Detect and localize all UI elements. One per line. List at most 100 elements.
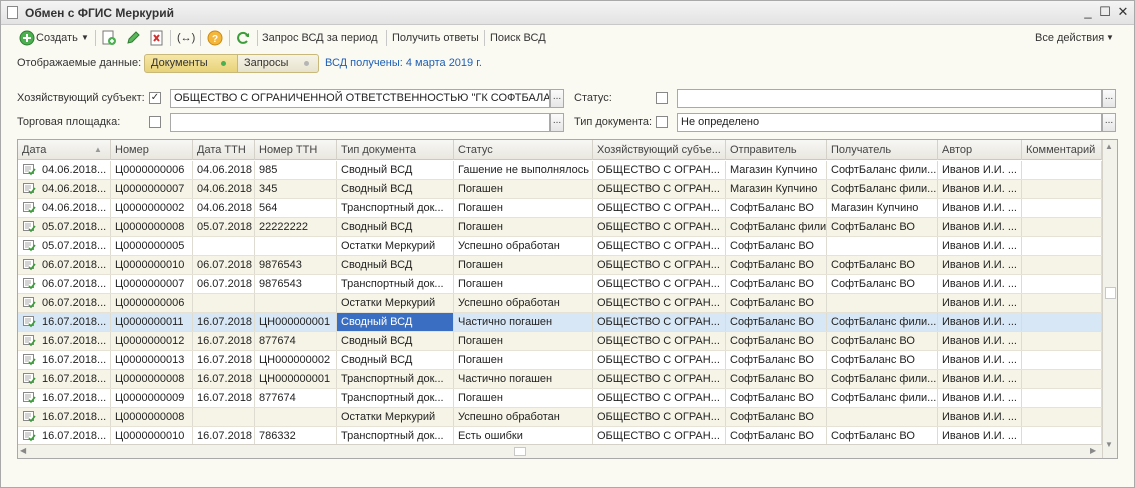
cell-status[interactable]: Успешно обработан xyxy=(454,408,593,426)
cell-ttn-date[interactable]: 06.07.2018 xyxy=(193,256,255,274)
cell-status[interactable]: Частично погашен xyxy=(454,313,593,331)
status-checkbox[interactable] xyxy=(656,92,668,104)
cell-ttn-date[interactable]: 16.07.2018 xyxy=(193,351,255,369)
cell-ttn-date[interactable]: 06.07.2018 xyxy=(193,275,255,293)
cell-doc-type[interactable]: Сводный ВСД xyxy=(337,256,454,274)
cell-date[interactable]: 06.07.2018... xyxy=(18,275,111,293)
table-row[interactable]: 16.07.2018... Ц0000000009 16.07.2018 877674… xyxy=(18,389,1102,408)
copy-document-icon[interactable] xyxy=(101,30,117,46)
cell-comment[interactable] xyxy=(1022,313,1102,331)
cell-entity[interactable]: ОБЩЕСТВО С ОГРАН... xyxy=(593,294,726,312)
cell-entity[interactable]: ОБЩЕСТВО С ОГРАН... xyxy=(593,199,726,217)
create-button[interactable]: Создать xyxy=(36,29,78,47)
cell-ttn-date[interactable]: 16.07.2018 xyxy=(193,332,255,350)
cell-comment[interactable] xyxy=(1022,294,1102,312)
scroll-down-arrow-icon[interactable]: ▼ xyxy=(1105,440,1113,449)
table-row[interactable]: 06.07.2018... Ц0000000010 06.07.2018 987654… xyxy=(18,256,1102,275)
cell-author[interactable]: Иванов И.И. ... xyxy=(938,389,1022,407)
cell-status[interactable]: Погашен xyxy=(454,256,593,274)
cell-status[interactable]: Погашен xyxy=(454,218,593,236)
cell-date[interactable]: 06.07.2018... xyxy=(18,256,111,274)
cell-status[interactable]: Погашен xyxy=(454,351,593,369)
cell-author[interactable]: Иванов И.И. ... xyxy=(938,256,1022,274)
cell-sender[interactable]: СофтБаланс ВО xyxy=(726,389,827,407)
cell-author[interactable]: Иванов И.И. ... xyxy=(938,370,1022,388)
cell-comment[interactable] xyxy=(1022,180,1102,198)
cell-receiver[interactable] xyxy=(827,294,938,312)
cell-receiver[interactable] xyxy=(827,408,938,426)
cell-doc-type[interactable]: Сводный ВСД xyxy=(337,313,454,331)
cell-number[interactable]: Ц0000000006 xyxy=(111,294,193,312)
cell-ttn-date[interactable]: 16.07.2018 xyxy=(193,427,255,445)
status-select-button[interactable]: ... xyxy=(1102,89,1116,108)
cell-sender[interactable]: СофтБаланс ВО xyxy=(726,332,827,350)
table-row[interactable]: 04.06.2018... Ц0000000007 04.06.2018 345 Сво… xyxy=(18,180,1102,199)
cell-entity[interactable]: ОБЩЕСТВО С ОГРАН... xyxy=(593,161,726,179)
cell-ttn-date[interactable]: 16.07.2018 xyxy=(193,370,255,388)
doctype-select-button[interactable]: ... xyxy=(1102,113,1116,132)
cell-ttn-number[interactable]: 9876543 xyxy=(255,275,337,293)
cell-entity[interactable]: ОБЩЕСТВО С ОГРАН... xyxy=(593,180,726,198)
cell-ttn-number[interactable] xyxy=(255,294,337,312)
cell-date[interactable]: 04.06.2018... xyxy=(18,161,111,179)
column-header-comment[interactable]: Комментарий xyxy=(1022,140,1102,160)
column-header-sender[interactable]: Отправитель xyxy=(726,140,827,160)
cell-entity[interactable]: ОБЩЕСТВО С ОГРАН... xyxy=(593,218,726,236)
vertical-scrollbar[interactable]: ▲ ▼ xyxy=(1102,140,1117,458)
cell-entity[interactable]: ОБЩЕСТВО С ОГРАН... xyxy=(593,256,726,274)
cell-number[interactable]: Ц0000000008 xyxy=(111,408,193,426)
cell-date[interactable]: 16.07.2018... xyxy=(18,389,111,407)
cell-ttn-date[interactable]: 04.06.2018 xyxy=(193,161,255,179)
cell-sender[interactable]: СофтБаланс ВО xyxy=(726,370,827,388)
cell-receiver[interactable]: СофтБаланс ВО xyxy=(827,275,938,293)
cell-ttn-date[interactable]: 16.07.2018 xyxy=(193,389,255,407)
column-header-number[interactable]: Номер xyxy=(111,140,193,160)
platform-checkbox[interactable] xyxy=(149,116,161,128)
cell-doc-type[interactable]: Сводный ВСД xyxy=(337,332,454,350)
cell-author[interactable]: Иванов И.И. ... xyxy=(938,275,1022,293)
cell-status[interactable]: Частично погашен xyxy=(454,370,593,388)
cell-ttn-number[interactable] xyxy=(255,237,337,255)
cell-entity[interactable]: ОБЩЕСТВО С ОГРАН... xyxy=(593,275,726,293)
cell-doc-type[interactable]: Сводный ВСД xyxy=(337,161,454,179)
cell-ttn-date[interactable] xyxy=(193,408,255,426)
column-header-entity[interactable]: Хозяйствующий субъе... xyxy=(593,140,726,160)
hscroll-thumb[interactable] xyxy=(514,447,526,456)
column-header-status[interactable]: Статус xyxy=(454,140,593,160)
search-vsd-button[interactable]: Поиск ВСД xyxy=(490,29,546,47)
cell-sender[interactable]: СофтБаланс ВО xyxy=(726,294,827,312)
cell-number[interactable]: Ц0000000008 xyxy=(111,218,193,236)
column-header-ttn-number[interactable]: Номер ТТН xyxy=(255,140,337,160)
cell-sender[interactable]: СофтБаланс ВО xyxy=(726,313,827,331)
cell-entity[interactable]: ОБЩЕСТВО С ОГРАН... xyxy=(593,408,726,426)
cell-author[interactable]: Иванов И.И. ... xyxy=(938,408,1022,426)
cell-ttn-number[interactable]: 345 xyxy=(255,180,337,198)
cell-comment[interactable] xyxy=(1022,218,1102,236)
minimize-button[interactable]: _ xyxy=(1080,4,1096,20)
cell-entity[interactable]: ОБЩЕСТВО С ОГРАН... xyxy=(593,237,726,255)
cell-doc-type[interactable]: Транспортный док... xyxy=(337,199,454,217)
cell-date[interactable]: 16.07.2018... xyxy=(18,370,111,388)
tab-requests[interactable]: Запросы xyxy=(237,54,319,73)
cell-ttn-date[interactable] xyxy=(193,294,255,312)
cell-ttn-number[interactable]: 877674 xyxy=(255,332,337,350)
cell-date[interactable]: 16.07.2018... xyxy=(18,408,111,426)
query-period-button[interactable]: Запрос ВСД за период xyxy=(262,29,378,47)
cell-receiver[interactable]: СофтБаланс ВО xyxy=(827,256,938,274)
cell-comment[interactable] xyxy=(1022,370,1102,388)
cell-date[interactable]: 06.07.2018... xyxy=(18,294,111,312)
cell-receiver[interactable]: СофтБаланс фили... xyxy=(827,389,938,407)
cell-receiver[interactable]: СофтБаланс ВО xyxy=(827,427,938,445)
cell-doc-type[interactable]: Транспортный док... xyxy=(337,370,454,388)
cell-doc-type[interactable]: Сводный ВСД xyxy=(337,218,454,236)
cell-author[interactable]: Иванов И.И. ... xyxy=(938,180,1022,198)
cell-date[interactable]: 04.06.2018... xyxy=(18,199,111,217)
table-row[interactable]: 04.06.2018... Ц0000000006 04.06.2018 985 Сво… xyxy=(18,161,1102,180)
cell-ttn-number[interactable]: 985 xyxy=(255,161,337,179)
cell-doc-type[interactable]: Транспортный док... xyxy=(337,389,454,407)
cell-ttn-number[interactable]: ЦН000000002 xyxy=(255,351,337,369)
cell-comment[interactable] xyxy=(1022,199,1102,217)
cell-doc-type[interactable]: Сводный ВСД xyxy=(337,351,454,369)
scroll-right-arrow-icon[interactable]: ▶ xyxy=(1090,446,1096,455)
cell-comment[interactable] xyxy=(1022,408,1102,426)
